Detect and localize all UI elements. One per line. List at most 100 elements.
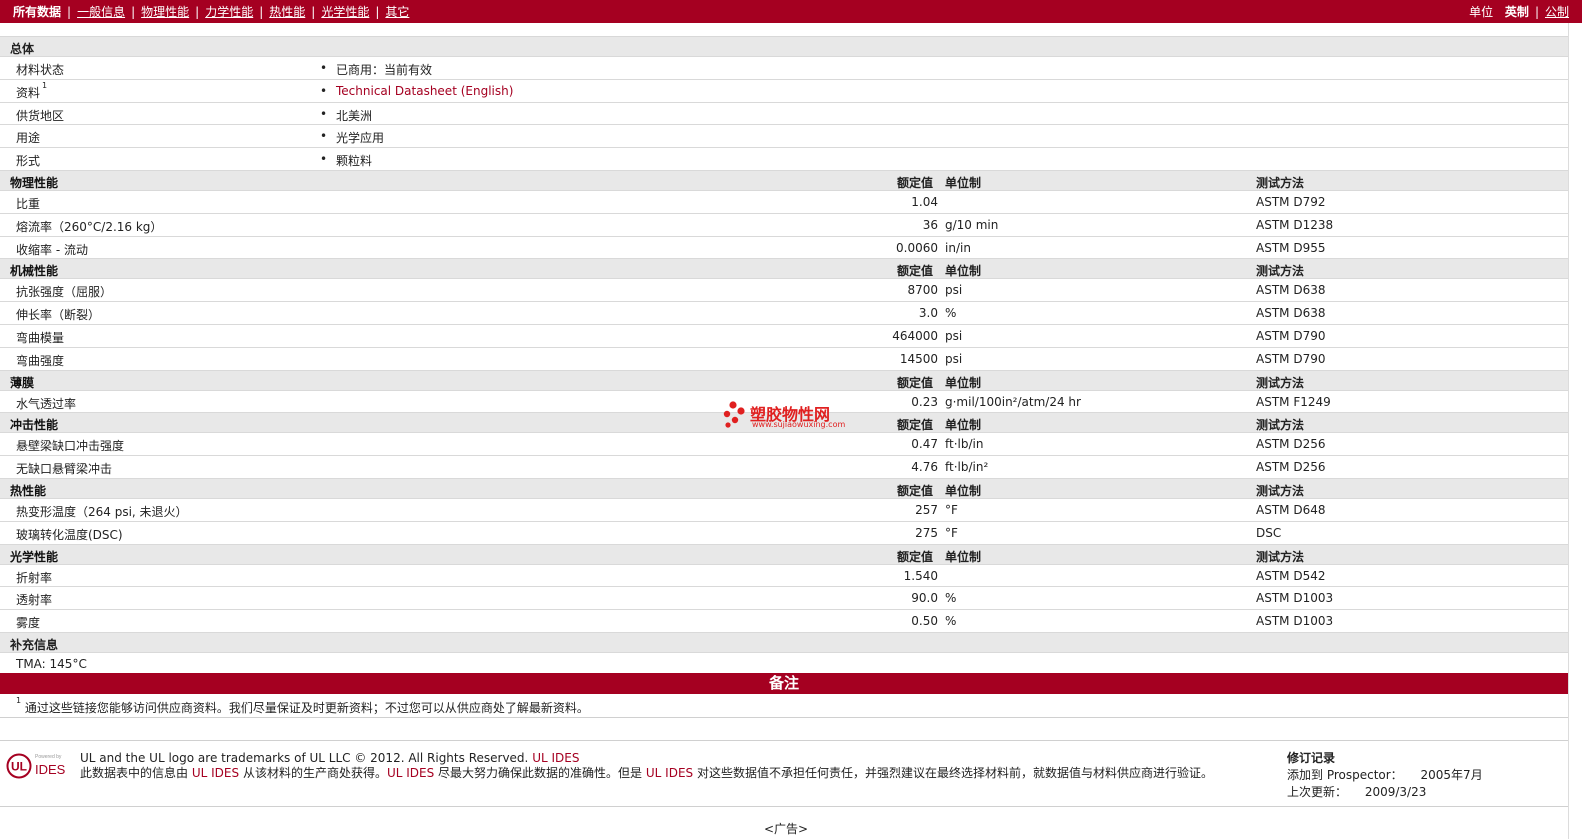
col-header-unit: 单位制 xyxy=(945,375,982,390)
row-name: 供货地区 xyxy=(16,108,65,123)
tab-general-info[interactable]: 一般信息 xyxy=(77,5,125,19)
col-header-unit: 单位制 xyxy=(945,175,982,190)
property-unit: g/10 min xyxy=(945,217,999,232)
col-header-test: 测试方法 xyxy=(1256,483,1305,498)
col-header-value: 额定值 xyxy=(897,264,934,279)
row-name: 资料1 xyxy=(16,80,48,100)
row-value: 光学应用 xyxy=(336,131,385,146)
col-header-unit: 单位制 xyxy=(945,549,982,564)
property-value: 36 xyxy=(922,217,938,232)
property-unit: % xyxy=(945,306,957,321)
datasheet-link[interactable]: Technical Datasheet (English) xyxy=(336,84,513,98)
revision-added: 添加到 Prospector： 2005年7月 xyxy=(1287,768,1483,782)
watermark-url: www.sujiaowuxing.com xyxy=(752,420,846,429)
test-method: ASTM D790 xyxy=(1256,328,1326,343)
disclaimer: 此数据表中的信息由 UL IDES 从该材料的生产商处获得。UL IDES 尽最… xyxy=(80,766,1213,780)
property-unit: psi xyxy=(945,351,963,366)
property-name: 弯曲模量 xyxy=(16,330,65,345)
property-row: 折射率 1.540 ASTM D542 xyxy=(0,564,1568,588)
property-value: 1.04 xyxy=(911,194,938,209)
property-name: 比重 xyxy=(16,196,41,211)
footnote-text: 通过这些链接您能够访问供应商资料。我们尽量保证及时更新资料；不过您可以从供应商处… xyxy=(24,701,589,715)
property-name: 热变形温度（264 psi, 未退火） xyxy=(16,504,188,519)
bullet: • xyxy=(320,106,328,121)
footnote-number: 1 xyxy=(16,696,22,705)
col-header-value: 额定值 xyxy=(897,483,934,498)
col-header-unit: 单位制 xyxy=(945,483,982,498)
test-method: ASTM D1238 xyxy=(1256,217,1334,232)
ad-label: <广告> xyxy=(764,822,809,836)
tab-mechanical[interactable]: 力学性能 xyxy=(205,5,253,19)
section-title: 薄膜 xyxy=(10,375,35,390)
ul-ides-link[interactable]: UL IDES xyxy=(192,766,239,780)
col-header-test: 测试方法 xyxy=(1256,375,1305,390)
property-row: 弯曲强度 14500 psi ASTM D790 xyxy=(0,347,1568,371)
notes-header: 备注 xyxy=(0,673,1568,694)
tab-other[interactable]: 其它 xyxy=(385,5,409,19)
general-row: 材料状态 • 已商用：当前有效 xyxy=(0,57,1568,80)
test-method: ASTM D955 xyxy=(1256,240,1326,255)
tab-thermal[interactable]: 热性能 xyxy=(269,5,305,19)
tab-optical[interactable]: 光学性能 xyxy=(321,5,369,19)
property-row: 伸长率（断裂） 3.0% ASTM D638 xyxy=(0,302,1568,325)
section-header: 薄膜 额定值 单位制 测试方法 xyxy=(0,370,1568,391)
section-header: 光学性能 额定值 单位制 测试方法 xyxy=(0,544,1568,565)
tab-physical[interactable]: 物理性能 xyxy=(141,5,189,19)
test-method: DSC xyxy=(1256,525,1282,540)
property-row: 玻璃转化温度(DSC) 275 °F DSC xyxy=(0,521,1568,545)
col-header-unit: 单位制 xyxy=(945,418,982,433)
general-row: 供货地区 • 北美洲 xyxy=(0,102,1568,126)
property-row: 熔流率（260°C/2.16 kg） 36 g/10 min ASTM D1238 xyxy=(0,213,1568,237)
property-unit: °F xyxy=(945,525,958,540)
svg-text:IDES: IDES xyxy=(35,762,66,777)
unit-metric-link[interactable]: 公制 xyxy=(1545,5,1569,19)
section-title: 热性能 xyxy=(10,483,47,498)
property-row: 透射率 90.0% ASTM D1003 xyxy=(0,587,1568,611)
col-header-test: 测试方法 xyxy=(1256,175,1305,190)
ul-ides-link[interactable]: UL IDES xyxy=(387,766,434,780)
property-value: 257 xyxy=(915,502,938,517)
property-unit: % xyxy=(945,591,957,606)
section-header-general: 总体 xyxy=(0,37,1568,57)
row-name: 形式 xyxy=(16,154,41,169)
col-header-value: 额定值 xyxy=(897,175,934,190)
svg-text:Powered by: Powered by xyxy=(35,754,62,760)
property-name: 无缺口悬臂梁冲击 xyxy=(16,462,113,477)
test-method: ASTM D542 xyxy=(1256,568,1326,583)
section-title: 总体 xyxy=(10,42,35,56)
tab-all-data[interactable]: 所有数据 xyxy=(13,5,61,19)
datasheet-table: 总体 材料状态 • 已商用：当前有效 资料1 • Technical Datas… xyxy=(0,37,1568,676)
section-header: 机械性能 额定值 单位制 测试方法 xyxy=(0,259,1568,280)
spacer xyxy=(0,23,1568,37)
ul-ides-link[interactable]: UL IDES xyxy=(532,751,579,765)
property-row: 收缩率 - 流动 0.0060 in/in ASTM D955 xyxy=(0,236,1568,260)
watermark: 塑胶物性网 www.sujiaowuxing.com xyxy=(720,398,860,432)
property-unit: psi xyxy=(945,283,963,298)
divider xyxy=(0,717,1568,718)
property-value: 3.0 xyxy=(918,306,938,321)
bullet: • xyxy=(320,83,328,98)
property-row: 悬壁梁缺口冲击强度 0.47 ft·lb/in ASTM D256 xyxy=(0,433,1568,457)
section-title: 光学性能 xyxy=(10,549,59,564)
revision-title: 修订记录 xyxy=(1287,751,1336,765)
bullet: • xyxy=(320,61,328,75)
property-row: 雾度 0.50% ASTM D1003 xyxy=(0,610,1568,633)
general-row: 形式 • 颗粒料 xyxy=(0,148,1568,171)
property-unit: ft·lb/in xyxy=(945,437,984,452)
unit-switcher: 单位 英制 | 公制 xyxy=(1469,5,1569,19)
property-name: 水气透过率 xyxy=(16,396,77,411)
property-name: 抗张强度（屈服） xyxy=(16,285,113,300)
test-method: ASTM D648 xyxy=(1256,502,1326,517)
test-method: ASTM F1249 xyxy=(1256,394,1331,409)
section-header: 热性能 额定值 单位制 测试方法 xyxy=(0,478,1568,499)
ul-ides-link[interactable]: UL IDES xyxy=(646,766,693,780)
scrollbar-track[interactable] xyxy=(1568,23,1582,839)
property-value: 4.76 xyxy=(911,460,938,475)
test-method: ASTM D1003 xyxy=(1256,614,1334,629)
property-value: 90.0 xyxy=(911,591,938,606)
section-title: 补充信息 xyxy=(10,637,59,652)
ul-ides-logo: UL Powered by IDES xyxy=(6,753,66,779)
svg-text:UL: UL xyxy=(11,760,27,774)
col-header-test: 测试方法 xyxy=(1256,418,1305,433)
property-value: 275 xyxy=(915,525,938,540)
